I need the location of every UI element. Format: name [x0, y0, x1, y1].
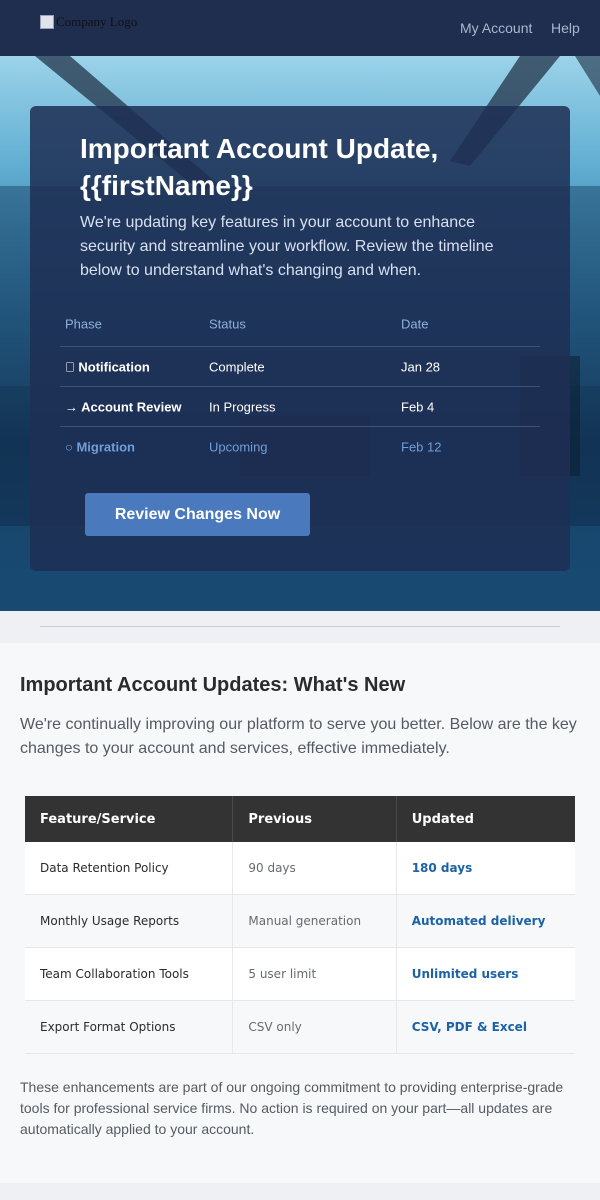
updates-intro: We're continually improving our platform…: [20, 716, 577, 757]
table-row: Team Collaboration Tools 5 user limit Un…: [25, 947, 575, 1001]
comparison-table: Feature/Service Previous Updated Data Re…: [25, 796, 575, 1054]
hero-subtitle: We're updating key features in your acco…: [80, 214, 494, 279]
section-divider: [40, 626, 560, 627]
updated-cell: CSV, PDF & Excel: [396, 1000, 575, 1054]
timeline-row: → Account Review In Progress Feb 4: [60, 387, 540, 427]
timeline-row:  Notification Complete Jan 28: [60, 347, 540, 387]
timeline-status: Upcoming: [209, 439, 268, 454]
timeline-header-phase: Phase: [65, 316, 102, 331]
previous-cell: 90 days: [232, 842, 397, 895]
timeline-header-row: Phase Status Date: [60, 301, 540, 347]
timeline-status: In Progress: [209, 399, 276, 414]
timeline-date: Feb 4: [401, 399, 435, 414]
table-row: Data Retention Policy 90 days 180 days: [25, 842, 575, 895]
broken-image-icon: [40, 15, 54, 29]
previous-cell: CSV only: [232, 1000, 397, 1054]
timeline-row: ○ Migration Upcoming Feb 12: [60, 427, 540, 466]
update-card: Important Account Update, {{firstName}} …: [30, 106, 570, 571]
previous-cell: Manual generation: [232, 894, 397, 948]
company-logo-alt-text: Company Logo: [56, 14, 138, 29]
feature-cell: Monthly Usage Reports: [25, 894, 234, 948]
hero-section: Important Account Update, {{firstName}} …: [0, 56, 600, 611]
updates-title: Important Account Updates: What's New: [20, 674, 406, 696]
header-updated: Updated: [396, 796, 575, 842]
footer-strip: [0, 1183, 600, 1200]
updates-section: Important Account Updates: What's New We…: [0, 643, 600, 1183]
timeline-phase: ○ Migration: [65, 439, 135, 454]
company-logo[interactable]: Company Logo: [40, 14, 137, 30]
timeline-status: Complete: [209, 359, 265, 374]
section-divider-area: [0, 611, 600, 643]
timeline-header-status: Status: [209, 316, 246, 331]
timeline-phase:  Notification: [65, 359, 150, 374]
table-row: Monthly Usage Reports Manual generation …: [25, 894, 575, 948]
updates-note: These enhancements are part of our ongoi…: [20, 1079, 564, 1137]
feature-cell: Data Retention Policy: [25, 842, 234, 895]
table-row: Export Format Options CSV only CSV, PDF …: [25, 1000, 575, 1054]
feature-cell: Team Collaboration Tools: [25, 947, 234, 1001]
timeline-header-date: Date: [401, 316, 429, 331]
review-changes-button[interactable]: Review Changes Now: [85, 493, 310, 536]
header-previous: Previous: [232, 796, 397, 842]
nav-my-account-link[interactable]: My Account: [460, 20, 532, 36]
comparison-header-row: Feature/Service Previous Updated: [25, 796, 575, 842]
email-header: Company Logo My Account Help: [0, 0, 600, 56]
updated-cell: Unlimited users: [396, 947, 575, 1001]
updated-cell: 180 days: [396, 842, 575, 895]
nav-help-link[interactable]: Help: [551, 20, 580, 36]
timeline-date: Jan 28: [401, 359, 441, 374]
previous-cell: 5 user limit: [232, 947, 397, 1001]
feature-cell: Export Format Options: [25, 1000, 234, 1054]
header-feature: Feature/Service: [25, 796, 234, 842]
timeline-phase: → Account Review: [65, 399, 182, 414]
hero-title: Important Account Update, {{firstName}}: [80, 133, 439, 201]
timeline-table: Phase Status Date  Notification Complet…: [60, 301, 540, 466]
timeline-date: Feb 12: [401, 439, 442, 454]
updated-cell: Automated delivery: [396, 894, 575, 948]
